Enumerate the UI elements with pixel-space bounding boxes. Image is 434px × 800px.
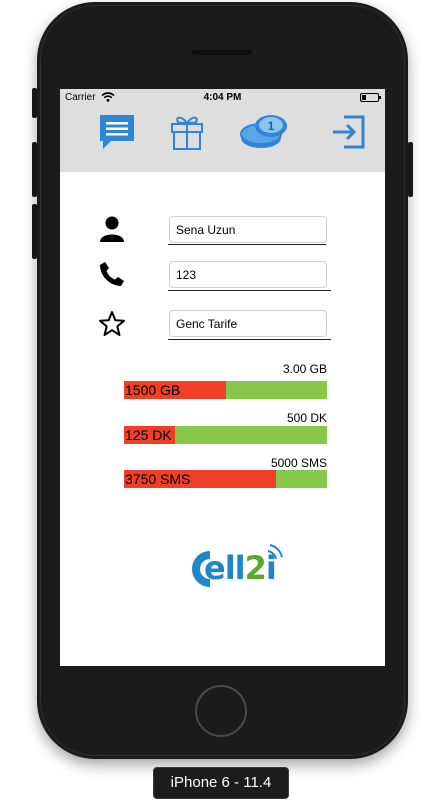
gift-icon bbox=[171, 116, 203, 150]
star-icon bbox=[99, 311, 125, 336]
app-screen: Carrier 4:04 PM 1 Sena Uzun 123 Genc Tar… bbox=[60, 89, 385, 666]
phone-underline bbox=[168, 290, 331, 291]
phone-field[interactable]: 123 bbox=[169, 261, 327, 288]
tab-logout[interactable] bbox=[328, 108, 368, 156]
name-field[interactable]: Sena Uzun bbox=[169, 216, 327, 243]
tab-bar: Carrier 4:04 PM 1 bbox=[60, 89, 385, 172]
coins-icon: 1 bbox=[240, 115, 287, 148]
coin-number: 1 bbox=[268, 119, 275, 133]
tab-messages[interactable] bbox=[95, 108, 139, 156]
mute-switch bbox=[32, 88, 37, 118]
device-name-label: iPhone 6 - 11.4 bbox=[153, 767, 289, 799]
name-underline bbox=[168, 244, 326, 245]
earpiece bbox=[192, 50, 252, 55]
tab-gifts[interactable] bbox=[167, 108, 207, 156]
tab-coins[interactable]: 1 bbox=[237, 108, 293, 156]
person-icon bbox=[100, 216, 124, 242]
usage-minutes-bar: 125 DK bbox=[124, 426, 327, 444]
home-button[interactable] bbox=[195, 685, 247, 737]
usage-sms-used: 3750 SMS bbox=[125, 471, 191, 487]
power-button bbox=[408, 142, 413, 197]
chat-icon bbox=[100, 115, 134, 149]
tariff-field[interactable]: Genc Tarife bbox=[169, 310, 327, 337]
status-time: 4:04 PM bbox=[203, 92, 242, 103]
tariff-underline bbox=[168, 339, 331, 340]
usage-data-used: 1500 GB bbox=[125, 382, 181, 398]
usage-minutes-total: 500 DK bbox=[286, 411, 327, 425]
usage-sms-bar: 3750 SMS bbox=[124, 470, 327, 488]
usage-sms-total: 5000 SMS bbox=[270, 456, 327, 470]
volume-down-button bbox=[32, 204, 37, 259]
cell2i-logo: ell2i bbox=[184, 541, 284, 591]
logout-icon bbox=[333, 115, 365, 149]
logo-wordmark: ell2i bbox=[204, 549, 277, 587]
usage-data-bar: 1500 GB bbox=[124, 381, 327, 399]
phone-icon bbox=[100, 262, 124, 286]
usage-minutes-used: 125 DK bbox=[125, 427, 172, 443]
usage-data-total: 3.00 GB bbox=[282, 362, 327, 376]
battery-icon bbox=[360, 93, 381, 102]
status-bar: Carrier 4:04 PM bbox=[60, 89, 385, 107]
volume-up-button bbox=[32, 142, 37, 197]
